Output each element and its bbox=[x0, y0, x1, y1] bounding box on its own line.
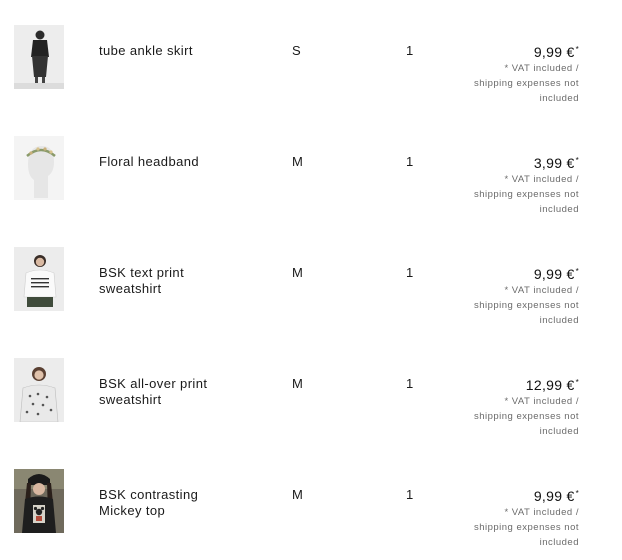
vat-note: * VAT included / shipping expenses not i… bbox=[429, 61, 579, 106]
quantity-value: 1 bbox=[406, 487, 414, 502]
cart-item-row: BSK text print sweatshirt M 1 9,99 €* * … bbox=[0, 222, 622, 333]
print-sweatshirt-photo-icon[interactable] bbox=[14, 358, 64, 422]
vat-note-line: * VAT included / bbox=[504, 63, 579, 74]
price-block: 9,99 €* * VAT included / shipping expens… bbox=[429, 44, 579, 106]
vat-note-line: * VAT included / bbox=[504, 507, 579, 518]
vat-note: * VAT included / shipping expenses not i… bbox=[429, 394, 579, 439]
product-name-link[interactable]: BSK all-over print sweatshirt bbox=[99, 376, 239, 407]
vat-note-line: shipping expenses not bbox=[473, 189, 579, 200]
size-value: M bbox=[292, 154, 303, 169]
cart-item-list: tube ankle skirt S 1 9,99 €* * VAT inclu… bbox=[0, 0, 622, 560]
cart-item-row: tube ankle skirt S 1 9,99 €* * VAT inclu… bbox=[0, 0, 622, 111]
vat-note-line: * VAT included / bbox=[504, 396, 579, 407]
cart-item-row: BSK all-over print sweatshirt M 1 12,99 … bbox=[0, 333, 622, 444]
price-asterisk: * bbox=[575, 45, 579, 54]
price-value: 9,99 € bbox=[533, 44, 575, 60]
vat-note: * VAT included / shipping expenses not i… bbox=[429, 283, 579, 328]
vat-note-line: included bbox=[539, 93, 579, 104]
price-block: 3,99 €* * VAT included / shipping expens… bbox=[429, 155, 579, 217]
price-line: 9,99 €* bbox=[429, 488, 579, 504]
size-value: M bbox=[292, 487, 303, 502]
cart-item-row: Floral headband M 1 3,99 €* * VAT includ… bbox=[0, 111, 622, 222]
size-value: S bbox=[292, 43, 301, 58]
mickey-top-photo-icon[interactable] bbox=[14, 469, 64, 533]
size-value: M bbox=[292, 265, 303, 280]
cart-item-row: BSK contrasting Mickey top M 1 9,99 €* *… bbox=[0, 444, 622, 555]
vat-note-line: shipping expenses not bbox=[473, 300, 579, 311]
price-value: 3,99 € bbox=[533, 155, 575, 171]
vat-note-line: included bbox=[539, 426, 579, 437]
vat-note-line: included bbox=[539, 315, 579, 326]
size-value: M bbox=[292, 376, 303, 391]
price-asterisk: * bbox=[575, 267, 579, 276]
price-line: 3,99 €* bbox=[429, 155, 579, 171]
price-value: 12,99 € bbox=[525, 377, 575, 393]
sweatshirt-photo-icon[interactable] bbox=[14, 247, 64, 311]
price-line: 9,99 €* bbox=[429, 44, 579, 60]
price-line: 9,99 €* bbox=[429, 266, 579, 282]
headband-photo-icon[interactable] bbox=[14, 136, 64, 200]
vat-note-line: * VAT included / bbox=[504, 174, 579, 185]
price-value: 9,99 € bbox=[533, 488, 575, 504]
quantity-value: 1 bbox=[406, 376, 414, 391]
vat-note-line: included bbox=[539, 537, 579, 548]
quantity-value: 1 bbox=[406, 154, 414, 169]
price-block: 12,99 €* * VAT included / shipping expen… bbox=[429, 377, 579, 439]
price-line: 12,99 €* bbox=[429, 377, 579, 393]
vat-note-line: shipping expenses not bbox=[473, 411, 579, 422]
vat-note-line: shipping expenses not bbox=[473, 78, 579, 89]
vat-note-line: shipping expenses not bbox=[473, 522, 579, 533]
product-name-link[interactable]: BSK contrasting Mickey top bbox=[99, 487, 239, 518]
price-asterisk: * bbox=[575, 378, 579, 387]
price-block: 9,99 €* * VAT included / shipping expens… bbox=[429, 266, 579, 328]
vat-note: * VAT included / shipping expenses not i… bbox=[429, 172, 579, 217]
price-asterisk: * bbox=[575, 156, 579, 165]
price-value: 9,99 € bbox=[533, 266, 575, 282]
product-name-link[interactable]: Floral headband bbox=[99, 154, 239, 170]
price-asterisk: * bbox=[575, 489, 579, 498]
quantity-value: 1 bbox=[406, 43, 414, 58]
quantity-value: 1 bbox=[406, 265, 414, 280]
vat-note-line: * VAT included / bbox=[504, 285, 579, 296]
product-name-link[interactable]: tube ankle skirt bbox=[99, 43, 239, 59]
skirt-photo-icon[interactable] bbox=[14, 25, 64, 89]
product-name-link[interactable]: BSK text print sweatshirt bbox=[99, 265, 239, 296]
vat-note: * VAT included / shipping expenses not i… bbox=[429, 505, 579, 550]
price-block: 9,99 €* * VAT included / shipping expens… bbox=[429, 488, 579, 550]
vat-note-line: included bbox=[539, 204, 579, 215]
